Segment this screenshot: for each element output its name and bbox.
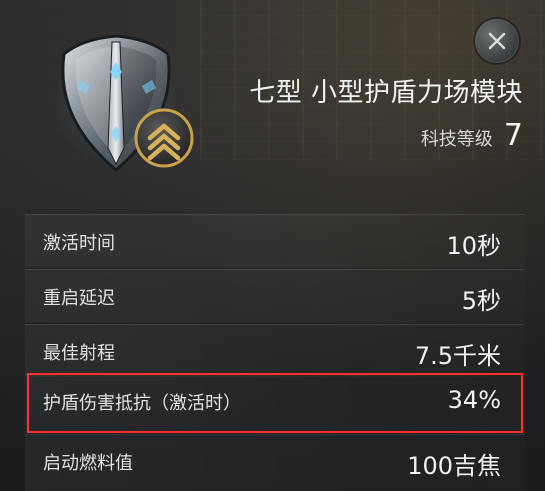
stat-row-startup-fuel: 启动燃料值 100吉焦 bbox=[25, 434, 525, 491]
stat-label: 重启延迟 bbox=[43, 288, 115, 309]
stat-label: 最佳射程 bbox=[43, 343, 115, 364]
stat-row-shield-resistance: 护盾伤害抵抗（激活时） 34% bbox=[25, 374, 525, 433]
module-title: 七型 小型护盾力场模块 bbox=[249, 78, 523, 108]
close-icon bbox=[488, 32, 506, 50]
stat-value: 7.5千米 bbox=[414, 342, 501, 370]
tech-level-label: 科技等级 bbox=[420, 129, 493, 150]
tech-level-value: 7 bbox=[503, 118, 523, 153]
stat-label: 启动燃料值 bbox=[43, 453, 133, 474]
stat-label: 护盾伤害抵抗（激活时） bbox=[43, 393, 241, 414]
tech-level: 科技等级 7 bbox=[360, 118, 523, 153]
stat-row-activation-time: 激活时间 10秒 bbox=[25, 214, 525, 267]
stat-row-optimal-range: 最佳射程 7.5千米 bbox=[25, 324, 525, 377]
stat-label: 激活时间 bbox=[43, 233, 115, 254]
shield-icon bbox=[56, 34, 194, 172]
close-button[interactable] bbox=[475, 19, 519, 63]
stats-list: 激活时间 10秒 重启延迟 5秒 最佳射程 7.5千米 护盾伤害抵抗（激活时） … bbox=[25, 214, 525, 491]
stat-row-restart-delay: 重启延迟 5秒 bbox=[25, 269, 525, 322]
rank-chevrons-icon bbox=[134, 108, 194, 168]
stat-value: 34% bbox=[447, 386, 501, 414]
stat-value: 5秒 bbox=[461, 287, 501, 315]
stat-value: 10秒 bbox=[446, 232, 501, 260]
stat-value: 100吉焦 bbox=[407, 452, 501, 480]
module-icon bbox=[46, 28, 206, 178]
